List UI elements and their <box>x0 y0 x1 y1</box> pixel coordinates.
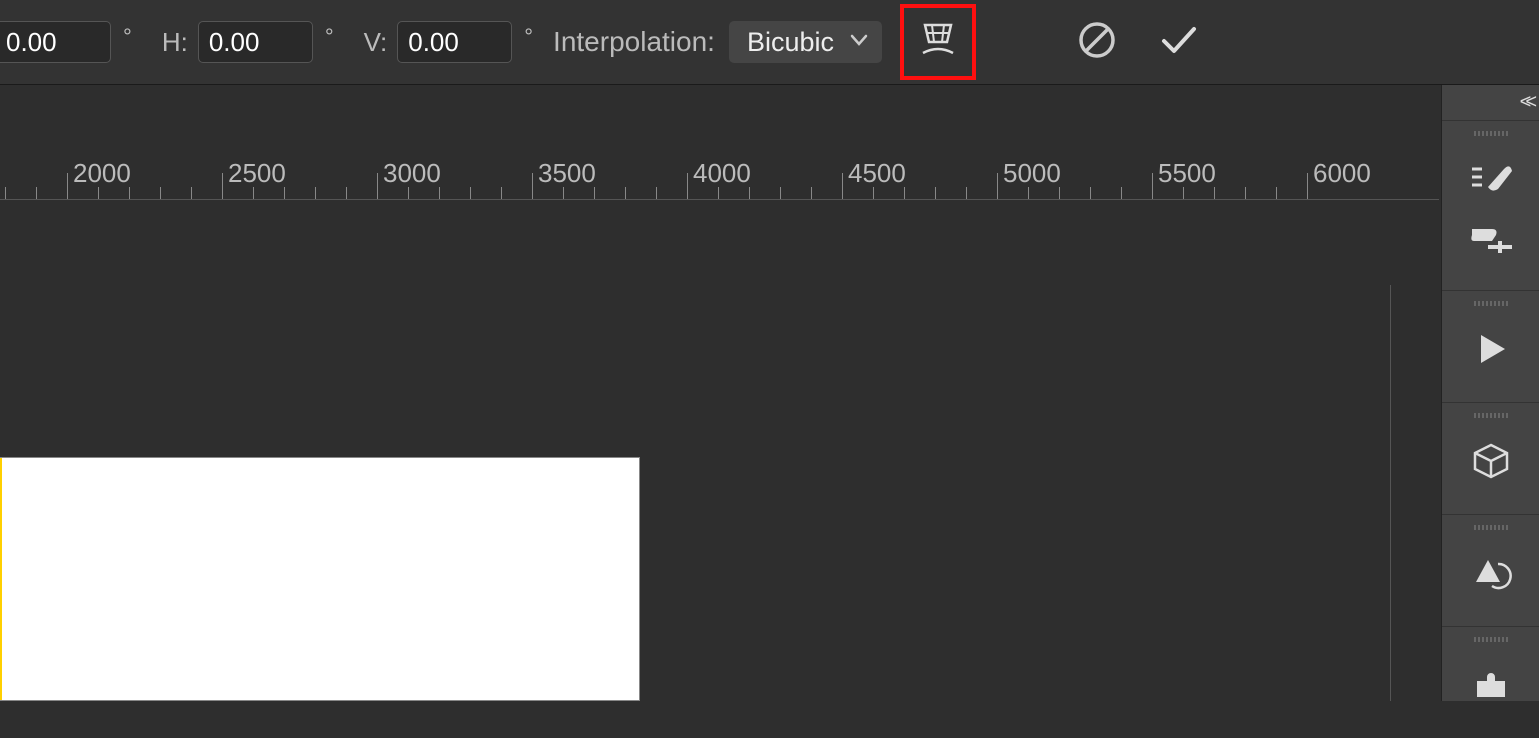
ruler-tick-minor <box>98 187 99 199</box>
canvas-workspace: 2000 2500 3000 3500 4000 4500 5000 5500 6000 <box>0 85 1439 701</box>
ruler-tick-minor <box>253 187 254 199</box>
ruler-tick-label: 3000 <box>383 158 441 189</box>
ruler-tick-minor <box>439 187 440 199</box>
ruler-tick-label: 2500 <box>228 158 286 189</box>
interpolation-value: Bicubic <box>747 27 834 58</box>
ruler-tick-major <box>1152 173 1153 199</box>
ruler-tick-label: 3500 <box>538 158 596 189</box>
ruler-tick-minor <box>811 187 812 199</box>
brush-settings-icon <box>1468 161 1514 197</box>
ruler-tick-label: 2000 <box>73 158 131 189</box>
ruler-tick-minor <box>873 187 874 199</box>
ruler-tick-minor <box>749 187 750 199</box>
ruler-tick-major <box>532 173 533 199</box>
collapse-panels-button[interactable]: << <box>1512 85 1539 120</box>
ruler-tick-minor <box>1214 187 1215 199</box>
3d-panel-button[interactable] <box>1468 438 1514 484</box>
v-skew-input[interactable] <box>397 21 512 63</box>
angle-input[interactable] <box>0 21 111 63</box>
ruler-end-edge <box>1390 285 1391 701</box>
ruler-tick-minor <box>346 187 347 199</box>
panel-grip[interactable] <box>1474 131 1508 136</box>
ruler-tick-minor <box>1059 187 1060 199</box>
3d-cube-icon <box>1471 441 1511 481</box>
ruler-tick-label: 4000 <box>693 158 751 189</box>
plugins-panel-button[interactable] <box>1468 662 1514 708</box>
interpolation-label: Interpolation: <box>553 26 715 58</box>
ruler-tick-minor <box>594 187 595 199</box>
panel-section-3d <box>1442 402 1539 514</box>
ruler-tick-minor <box>780 187 781 199</box>
ruler-tick-minor <box>1245 187 1246 199</box>
clone-source-icon <box>1468 219 1514 255</box>
ruler-tick-minor <box>1090 187 1091 199</box>
degree-symbol: ° <box>524 24 533 50</box>
v-label: V: <box>364 27 388 58</box>
ruler-tick-minor <box>1183 187 1184 199</box>
ruler-tick-minor <box>1276 187 1277 199</box>
ruler-tick-minor <box>1121 187 1122 199</box>
ruler-tick-label: 5500 <box>1158 158 1216 189</box>
ruler-tick-minor <box>191 187 192 199</box>
ruler-tick-minor <box>501 187 502 199</box>
ruler-tick-major <box>687 173 688 199</box>
ruler-tick-minor <box>160 187 161 199</box>
h-label: H: <box>162 27 188 58</box>
ruler-tick-minor <box>966 187 967 199</box>
ruler-tick-major <box>222 173 223 199</box>
warp-mode-button[interactable] <box>900 4 976 80</box>
panel-grip[interactable] <box>1474 525 1508 530</box>
ruler-tick-minor <box>129 187 130 199</box>
panel-section-brushes <box>1442 120 1539 290</box>
ruler-tick-minor <box>563 187 564 199</box>
actions-panel-button[interactable] <box>1468 326 1514 372</box>
ruler-tick-minor <box>904 187 905 199</box>
panel-grip[interactable] <box>1474 413 1508 418</box>
horizontal-ruler: 2000 2500 3000 3500 4000 4500 5000 5500 6000 <box>0 150 1439 200</box>
panel-section-actions <box>1442 290 1539 402</box>
chevron-down-icon <box>850 33 868 51</box>
ruler-tick-major <box>67 173 68 199</box>
ruler-tick-major <box>377 173 378 199</box>
ruler-tick-minor <box>315 187 316 199</box>
check-icon <box>1156 17 1202 68</box>
brush-settings-panel-button[interactable] <box>1468 156 1514 202</box>
panel-section-plugins <box>1442 626 1539 738</box>
properties-panel-button[interactable] <box>1468 550 1514 596</box>
degree-symbol: ° <box>325 24 334 50</box>
canvas[interactable] <box>0 457 640 701</box>
ruler-tick-minor <box>625 187 626 199</box>
ruler-tick-label: 5000 <box>1003 158 1061 189</box>
ruler-tick-minor <box>470 187 471 199</box>
warp-icon <box>917 19 959 66</box>
ruler-tick-major <box>997 173 998 199</box>
ruler-tick-minor <box>935 187 936 199</box>
play-icon <box>1473 331 1509 367</box>
panel-grip[interactable] <box>1474 637 1508 642</box>
cancel-icon <box>1076 19 1118 66</box>
h-skew-input[interactable] <box>198 21 313 63</box>
right-panel-dock: << <box>1441 85 1539 701</box>
ruler-tick-major <box>1307 173 1308 199</box>
ruler-tick-minor <box>36 187 37 199</box>
ruler-tick-major <box>842 173 843 199</box>
ruler-tick-minor <box>408 187 409 199</box>
ruler-tick-minor <box>656 187 657 199</box>
ruler-tick-minor <box>718 187 719 199</box>
panel-section-properties <box>1442 514 1539 626</box>
ruler-tick-minor <box>1028 187 1029 199</box>
rotate-shape-icon <box>1470 554 1512 592</box>
interpolation-dropdown[interactable]: Bicubic <box>729 21 882 63</box>
cancel-transform-button[interactable] <box>1066 11 1128 73</box>
panel-grip[interactable] <box>1474 301 1508 306</box>
ruler-tick-label: 4500 <box>848 158 906 189</box>
degree-symbol: ° <box>123 24 132 50</box>
ruler-tick-label: 6000 <box>1313 158 1371 189</box>
ruler-tick-minor <box>284 187 285 199</box>
puzzle-icon <box>1473 669 1509 701</box>
commit-transform-button[interactable] <box>1148 11 1210 73</box>
clone-source-panel-button[interactable] <box>1468 214 1514 260</box>
options-toolbar: ° H: ° V: ° Interpolation: Bicubic <box>0 0 1539 85</box>
ruler-tick-minor <box>5 187 6 199</box>
